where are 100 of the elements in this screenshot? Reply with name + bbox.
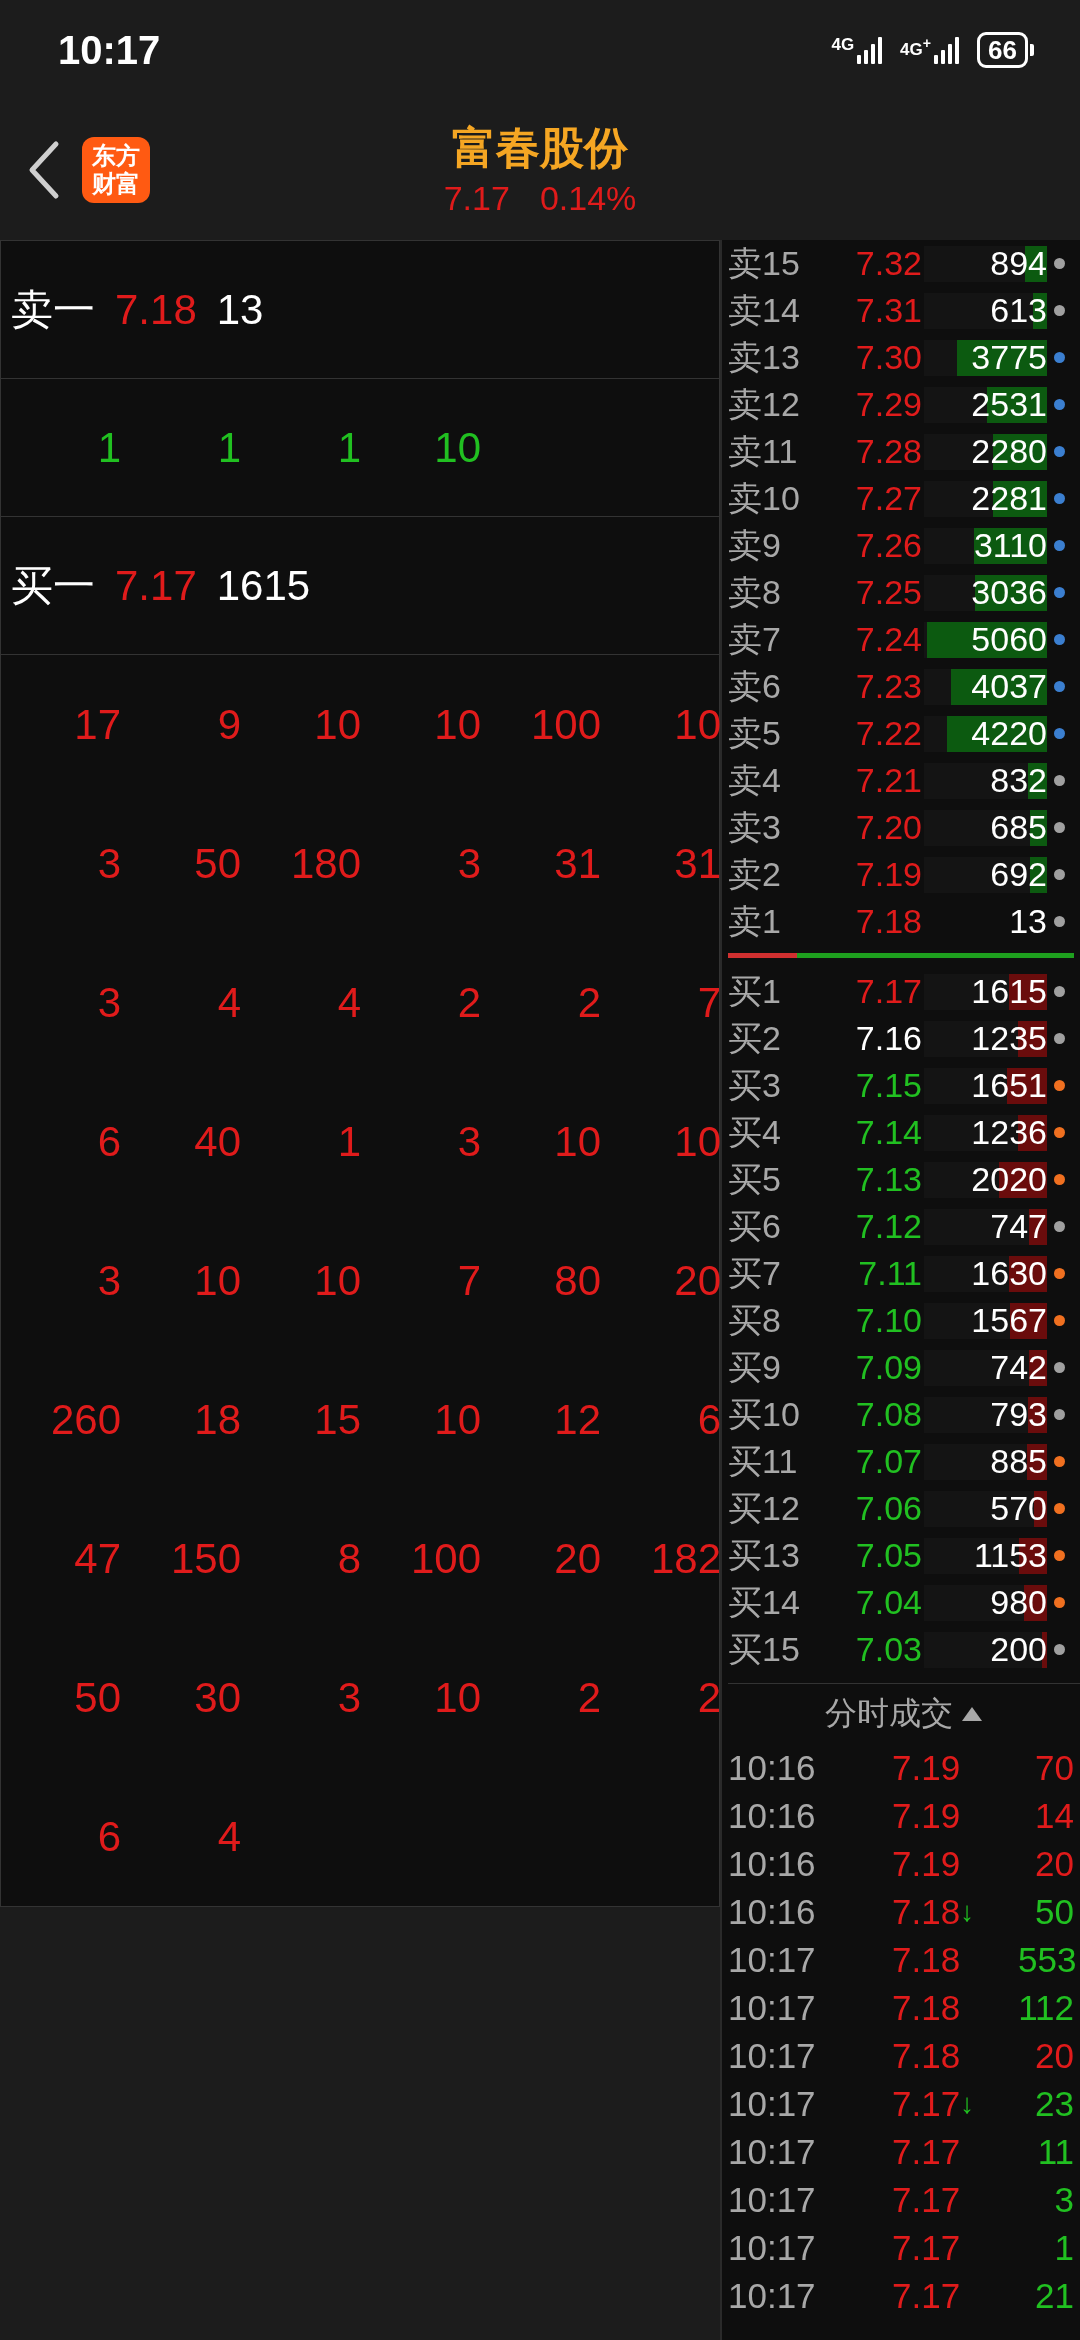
level-label: 买2: [728, 1017, 782, 1059]
level-volume: 200: [990, 1630, 1047, 1669]
order-volume: 8: [336, 1534, 361, 1583]
trade-volume: 11: [1036, 2132, 1074, 2172]
level-price: 7.25: [854, 573, 922, 612]
network-label: 4G: [831, 35, 855, 55]
order-volume: 4: [216, 1812, 241, 1861]
fill-volume: 1: [336, 423, 361, 472]
ask-label: 卖一: [11, 284, 95, 335]
trades-tab[interactable]: 分时成交: [819, 1688, 989, 1740]
trade-price: 7.18: [892, 1940, 961, 1980]
order-volume: 10: [553, 1117, 601, 1166]
level-price: 7.24: [854, 620, 922, 659]
level-price: 7.10: [854, 1301, 922, 1340]
level-volume: 1235: [971, 1019, 1047, 1058]
order-volume: 17: [73, 700, 121, 749]
trade-time: 10:17: [728, 1988, 817, 2028]
order-volume: 10: [313, 700, 361, 749]
level-volume: 570: [990, 1489, 1047, 1528]
level-volume: 4037: [971, 667, 1047, 706]
trade-volume: 14: [1034, 1796, 1074, 1836]
order-volume: 180: [289, 839, 361, 888]
trade-volume: 20: [1034, 2036, 1074, 2076]
trade-price: 7.17: [892, 2084, 961, 2124]
order-volume: 10: [313, 1256, 361, 1305]
level-price: 7.30: [854, 338, 922, 377]
bid-price: 7.17: [115, 561, 197, 610]
level-volume: 1630: [971, 1254, 1047, 1293]
level-label: 买7: [728, 1252, 782, 1294]
ask-volume: 13: [216, 285, 264, 334]
level-price: 7.14: [854, 1113, 922, 1152]
level-label: 卖6: [728, 665, 782, 707]
trade-price: 7.19: [892, 1796, 961, 1836]
trade-volume: 112: [1018, 1988, 1074, 2028]
order-volume: 31: [673, 839, 721, 888]
ask-price: 7.18: [115, 285, 197, 334]
trade-volume: 21: [1034, 2276, 1074, 2316]
trade-time: 10:17: [728, 2036, 817, 2076]
level-label: 卖9: [728, 524, 782, 566]
bid-volume: 1615: [216, 561, 311, 610]
level-label: 卖15: [728, 242, 801, 284]
level-volume: 832: [990, 761, 1047, 800]
level-label: 买14: [728, 1581, 801, 1623]
level-volume: 980: [990, 1583, 1047, 1622]
level-label: 卖12: [728, 383, 801, 425]
level-volume: 692: [990, 855, 1047, 894]
stock-name: 富春股份: [452, 122, 628, 174]
level-price: 7.03: [854, 1630, 922, 1669]
level-volume: 894: [990, 244, 1047, 283]
order-volume: 20: [673, 1256, 721, 1305]
trade-time: 10:17: [728, 1940, 817, 1980]
order-volume: 10: [193, 1256, 241, 1305]
level-volume: 3775: [971, 338, 1047, 377]
level-volume: 3036: [971, 573, 1047, 612]
level-label: 卖1: [728, 900, 782, 942]
trade-volume: 20: [1034, 1844, 1074, 1884]
trade-price: 7.18: [892, 1892, 961, 1932]
trade-volume: 1: [1053, 2228, 1074, 2268]
level-label: 买13: [728, 1534, 801, 1576]
order-volume: 3: [96, 839, 121, 888]
trade-price: 7.19: [892, 1748, 961, 1788]
order-volume: 6: [96, 1812, 121, 1861]
level-label: 买12: [728, 1487, 801, 1529]
level-price: 7.04: [854, 1583, 922, 1622]
level-price: 7.06: [854, 1489, 922, 1528]
fill-volume: 1: [96, 423, 121, 472]
level-label: 买6: [728, 1205, 782, 1247]
level-volume: 1153: [973, 1536, 1047, 1575]
order-volume: 3: [96, 978, 121, 1027]
order-volume: 10: [673, 700, 721, 749]
trade-price: 7.17: [892, 2228, 961, 2268]
order-volume: 31: [553, 839, 601, 888]
level-label: 买3: [728, 1064, 782, 1106]
level-label: 买9: [728, 1346, 782, 1388]
order-volume: 2: [696, 1673, 721, 1722]
level-volume: 1615: [971, 972, 1047, 1011]
down-arrow: ↓: [960, 2088, 975, 2120]
level-label: 卖3: [728, 806, 782, 848]
order-volume: 7: [456, 1256, 481, 1305]
order-volume: 30: [193, 1673, 241, 1722]
order-volume: 2: [456, 978, 481, 1027]
order-volume: 18: [193, 1395, 241, 1444]
level-price: 7.21: [854, 761, 922, 800]
level-volume: 5060: [971, 620, 1047, 659]
order-volume: 6: [96, 1117, 121, 1166]
trade-time: 10:17: [728, 2276, 817, 2316]
last-price: 7.17: [443, 178, 510, 219]
level-price: 7.07: [854, 1442, 922, 1481]
level-volume: 1567: [971, 1301, 1047, 1340]
level-label: 买8: [728, 1299, 782, 1341]
level-price: 7.26: [854, 526, 922, 565]
bid-label: 买一: [11, 560, 95, 611]
level-label: 买11: [728, 1440, 799, 1482]
trade-price: 7.17: [892, 2132, 961, 2172]
level-price: 7.23: [854, 667, 922, 706]
trade-price: 7.17: [892, 2276, 961, 2316]
level-label: 卖4: [728, 759, 782, 801]
level-price: 7.27: [854, 479, 922, 518]
order-volume: 3: [336, 1673, 361, 1722]
trade-volume: 50: [1034, 1892, 1074, 1932]
